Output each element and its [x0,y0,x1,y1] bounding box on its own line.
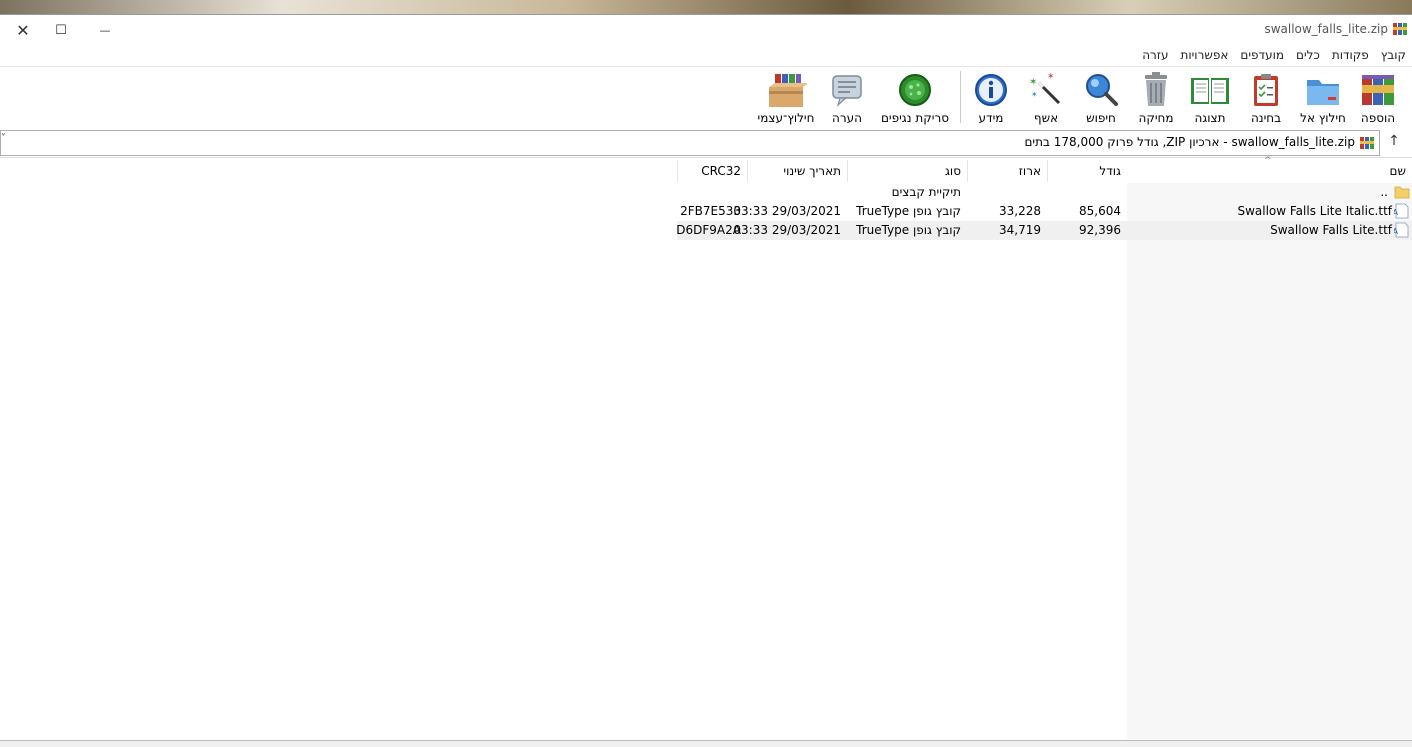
file-list: .. תיקיית קבצים A Swallow Falls Lite Ita… [0,183,1412,739]
delete-button[interactable]: מחיקה [1129,71,1183,127]
column-header-name[interactable]: שם [1127,160,1412,182]
up-one-level-button[interactable]: ↑ [1384,133,1404,153]
list-item[interactable]: .. תיקיית קבצים [677,183,1412,202]
svg-text:A: A [1394,208,1399,217]
file-packed-size: 33,228 [999,204,1041,218]
file-crc32: 2FB7E533 [680,204,741,218]
info-button[interactable]: מידע [964,71,1018,127]
close-icon: ✕ [16,20,30,40]
column-header-crc32[interactable]: CRC32 [677,160,747,182]
desktop-background-strip [0,0,1412,15]
add-button[interactable]: הוספה [1351,71,1405,127]
menu-commands[interactable]: פקודות [1326,45,1375,65]
file-crc32: D6DF9A2A [676,223,741,237]
column-header-modified[interactable]: תאריך שינוי [747,160,847,182]
svg-text:✶: ✶ [1029,77,1037,88]
trash-can-icon [1145,72,1167,106]
menu-tools[interactable]: כלים [1290,45,1326,65]
open-book-icon [1191,78,1229,104]
toolbar-separator [960,71,961,123]
find-button[interactable]: חיפוש [1074,71,1128,127]
menu-options[interactable]: אפשרויות [1174,45,1234,65]
address-row: ↑ swallow_falls_lite.zip - ארכיון ZIP, ג… [0,130,1412,156]
info-icon [975,74,1007,106]
winrar-app-icon [1393,23,1407,35]
menu-help[interactable]: עזרה [1136,45,1174,65]
chevron-down-icon[interactable]: ˅ [1,133,6,144]
extract-to-button[interactable]: חילוץ אל [1296,71,1350,127]
folder-icon [1394,186,1410,199]
file-type: תיקיית קבצים [891,185,961,199]
comment-button[interactable]: הערה [820,71,874,127]
virus-scan-button[interactable]: סריקת נגיפים [880,71,950,127]
file-type: קובץ גופן TrueType [856,223,961,237]
self-extracting-box-icon [769,74,807,107]
title-bar: ✕ ☐ — swallow_falls_lite.zip [0,15,1412,45]
window-title: swallow_falls_lite.zip [1264,22,1388,36]
font-file-icon: A [1394,222,1409,238]
minimize-button[interactable]: — [82,15,128,45]
magic-wand-icon: ✶ ✶ ✶ [1029,72,1061,105]
address-bar[interactable]: swallow_falls_lite.zip - ארכיון ZIP, גוד… [0,130,1380,156]
file-size: 85,604 [1079,204,1121,218]
name-column-background [1127,183,1412,739]
folder-extract-icon [1307,80,1339,105]
file-size: 92,396 [1079,223,1121,237]
file-type: קובץ גופן TrueType [856,204,961,218]
list-item-selected[interactable]: A Swallow Falls Lite.ttf 92,396 34,719 ק… [676,221,1412,240]
file-name: A Swallow Falls Lite.ttf [1127,221,1412,240]
magnifier-icon [1086,74,1118,106]
address-text: swallow_falls_lite.zip - ארכיון ZIP, גוד… [1024,135,1355,149]
column-header-size[interactable]: גודל [1047,160,1127,182]
maximize-icon: ☐ [55,22,67,38]
svg-text:✶: ✶ [1047,72,1055,82]
add-archive-icon [1362,75,1394,105]
file-list-header: ^ שם גודל ארוז סוג תאריך שינוי CRC32 [0,156,1412,184]
column-header-packed[interactable]: ארוז [967,160,1047,182]
column-header-type[interactable]: סוג [847,160,967,182]
sfx-button[interactable]: חילוץ־עצמי [754,71,818,127]
menu-bar: קובץפקודותכליםמועדפיםאפשרויותעזרה [0,45,1412,65]
file-packed-size: 34,719 [999,223,1041,237]
test-button[interactable]: בחינה [1239,71,1293,127]
toolbar: הוספה חילוץ אל בחינה תצוגה מחיקה חיפוש ✶… [0,66,1412,129]
comment-icon [832,75,862,107]
view-button[interactable]: תצוגה [1183,71,1237,127]
zip-archive-icon [1360,137,1374,149]
menu-file[interactable]: קובץ [1375,45,1412,65]
svg-text:✶: ✶ [1031,90,1038,99]
file-modified: 29/03/2021 03:33 [733,223,841,237]
arrow-up-icon: ↑ [1388,133,1400,149]
maximize-button[interactable]: ☐ [38,15,84,45]
clipboard-check-icon [1254,74,1278,106]
wizard-button[interactable]: ✶ ✶ ✶ אשף [1019,71,1073,127]
file-modified: 29/03/2021 03:33 [733,204,841,218]
font-file-icon: A [1394,203,1409,219]
menu-favorites[interactable]: מועדפים [1234,45,1290,65]
list-item[interactable]: A Swallow Falls Lite Italic.ttf 85,604 3… [677,202,1412,221]
file-name: A Swallow Falls Lite Italic.ttf [1127,202,1412,221]
virus-scan-icon [899,74,931,106]
minimize-icon: — [99,23,111,37]
svg-text:A: A [1394,227,1399,236]
file-name: .. [1127,183,1412,202]
